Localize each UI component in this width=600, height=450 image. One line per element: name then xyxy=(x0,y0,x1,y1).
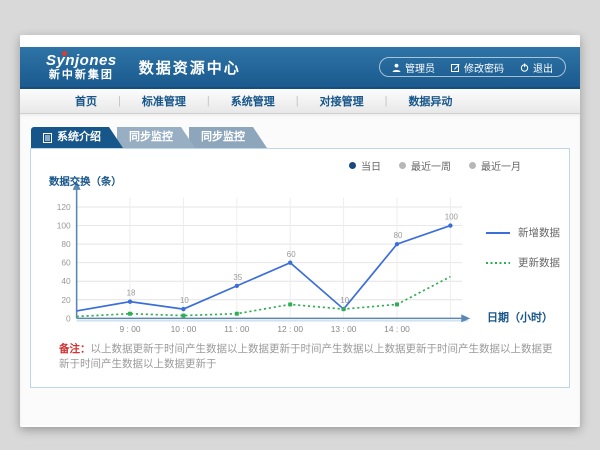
svg-text:0: 0 xyxy=(66,313,71,323)
header: Synjones 新中新集团 数据资源中心 管理员 修改密码 退出 xyxy=(20,47,580,89)
tab-label: 系统介绍 xyxy=(57,127,101,148)
radio-dot xyxy=(469,162,476,169)
nav-item-0[interactable]: 首页 xyxy=(54,93,118,109)
user-menu: 管理员 修改密码 退出 xyxy=(379,57,566,77)
svg-text:10: 10 xyxy=(340,296,349,305)
nav-item-4[interactable]: 数据异动 xyxy=(387,93,473,109)
user-menu-item-2[interactable]: 退出 xyxy=(520,60,553,75)
radio-dot xyxy=(349,162,356,169)
nav-item-2[interactable]: 系统管理 xyxy=(210,93,296,109)
document-icon xyxy=(43,133,52,143)
svg-text:120: 120 xyxy=(57,202,71,212)
nav-item-3[interactable]: 对接管理 xyxy=(299,93,385,109)
svg-text:10: 10 xyxy=(180,296,189,305)
tab-1[interactable]: 同步监控 xyxy=(117,127,195,148)
note-text: 以上数据更新于时间产生数据以上数据更新于时间产生数据以上数据更新于时间产生数据以… xyxy=(59,343,553,370)
filter-label: 最近一周 xyxy=(411,158,451,173)
user-icon xyxy=(392,63,401,72)
tab-0[interactable]: 系统介绍 xyxy=(31,127,123,148)
legend-line-sample xyxy=(485,259,511,267)
note-label: 备注： xyxy=(59,343,91,355)
user-menu-label: 修改密码 xyxy=(464,60,504,75)
power-icon xyxy=(520,63,529,72)
legend-label: 新增数据 xyxy=(518,225,560,240)
logo-subtitle: 新中新集团 xyxy=(46,69,117,81)
filter-option-1[interactable]: 最近一周 xyxy=(399,158,451,173)
tab-2[interactable]: 同步监控 xyxy=(189,127,267,148)
svg-text:40: 40 xyxy=(61,276,71,286)
svg-text:13 : 00: 13 : 00 xyxy=(331,324,357,334)
filter-option-0[interactable]: 当日 xyxy=(349,158,381,173)
time-range-filters: 当日 最近一周 最近一月 xyxy=(349,158,521,173)
svg-text:100: 100 xyxy=(57,221,71,231)
user-menu-label: 退出 xyxy=(533,60,553,75)
svg-text:18: 18 xyxy=(127,289,136,298)
page-title: 数据资源中心 xyxy=(139,57,241,78)
svg-text:11 : 00: 11 : 00 xyxy=(224,324,249,334)
user-menu-item-1[interactable]: 修改密码 xyxy=(451,60,504,75)
svg-text:14 : 00: 14 : 00 xyxy=(384,324,410,334)
logo-name: Synjones xyxy=(46,53,117,70)
footer-note: 备注：以上数据更新于时间产生数据以上数据更新于时间产生数据以上数据更新于时间产生… xyxy=(59,341,559,371)
filter-label: 当日 xyxy=(361,158,381,173)
filter-option-2[interactable]: 最近一月 xyxy=(469,158,521,173)
svg-text:60: 60 xyxy=(61,258,71,268)
svg-text:12 : 00: 12 : 00 xyxy=(277,324,303,334)
tab-label: 同步监控 xyxy=(129,131,173,143)
svg-text:9 : 00: 9 : 00 xyxy=(120,324,141,334)
legend-item-0[interactable]: 新增数据 xyxy=(485,225,569,240)
app-window: Synjones 新中新集团 数据资源中心 管理员 修改密码 退出 首页|标准管理|… xyxy=(20,35,580,427)
svg-text:20: 20 xyxy=(61,295,71,305)
chart-panel: 当日 最近一周 最近一月 0 20 40 60 80 100 120 9 : 00 10 : 00 1… xyxy=(30,148,570,388)
svg-text:100: 100 xyxy=(445,213,459,222)
legend-label: 更新数据 xyxy=(518,255,560,270)
radio-dot xyxy=(399,162,406,169)
user-menu-item-0[interactable]: 管理员 xyxy=(392,60,435,75)
svg-text:80: 80 xyxy=(394,231,403,240)
user-menu-label: 管理员 xyxy=(405,60,435,75)
tab-bar: 系统介绍 同步监控 同步监控 xyxy=(31,127,580,148)
top-strip xyxy=(20,35,580,47)
nav-item-1[interactable]: 标准管理 xyxy=(121,93,207,109)
edit-icon xyxy=(451,63,460,72)
legend-line-sample xyxy=(485,229,511,237)
tab-label: 同步监控 xyxy=(201,131,245,143)
filter-label: 最近一月 xyxy=(481,158,521,173)
logo-accent-dot xyxy=(62,51,67,56)
legend-item-1[interactable]: 更新数据 xyxy=(485,255,569,270)
logo: Synjones 新中新集团 xyxy=(46,53,117,82)
x-axis-title: 日期（小时） xyxy=(487,309,553,325)
svg-text:35: 35 xyxy=(233,273,242,282)
line-chart: 0 20 40 60 80 100 120 9 : 00 10 : 00 11 : 00 12 : … xyxy=(45,173,485,351)
svg-text:数据交换（条）: 数据交换（条） xyxy=(48,175,122,188)
main-nav: 首页|标准管理|系统管理|对接管理|数据异动 xyxy=(20,89,580,114)
svg-text:60: 60 xyxy=(287,250,296,259)
svg-text:10 : 00: 10 : 00 xyxy=(171,324,197,334)
svg-text:80: 80 xyxy=(61,239,71,249)
content-area: 系统介绍 同步监控 同步监控 当日 最近一周 最近一月 0 20 40 60 80 100 120 9… xyxy=(20,114,580,425)
